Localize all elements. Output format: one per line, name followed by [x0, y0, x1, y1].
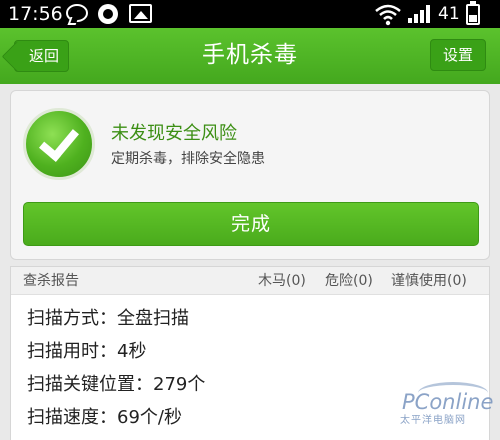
watermark-logo: PConline 太平洋电脑网 [398, 382, 496, 432]
settings-button[interactable]: 设置 [430, 39, 486, 71]
scan-locations-row: 扫描关键位置：279个 [27, 374, 206, 395]
result-title: 未发现安全风险 [111, 123, 237, 144]
scan-speed-row: 扫描速度：69个/秒 [27, 407, 182, 428]
image-icon [129, 4, 152, 23]
scan-mode-row: 扫描方式：全盘扫描 [27, 308, 189, 329]
page-title: 手机杀毒 [202, 42, 298, 68]
checkmark-icon [39, 120, 79, 162]
scan-result-card: 未发现安全风险 定期杀毒，排除安全隐患 完成 [10, 90, 490, 260]
battery-level: 41 [438, 4, 460, 24]
danger-count: 危险(0) [325, 273, 373, 289]
status-bar: 17:56 41 [0, 0, 500, 28]
result-subtitle: 定期杀毒，排除安全隐患 [111, 151, 265, 167]
title-bar: 返回 手机杀毒 设置 [0, 28, 500, 84]
chat-bubble-icon [66, 4, 88, 22]
report-header: 查杀报告 木马(0) 危险(0) 谨慎使用(0) [11, 267, 489, 295]
watermark-text: PConline [402, 390, 494, 414]
trojan-count: 木马(0) [258, 273, 306, 289]
check-circle-icon [23, 108, 95, 180]
signal-icon [408, 5, 432, 23]
sync-icon [98, 4, 118, 24]
caution-count: 谨慎使用(0) [391, 273, 467, 289]
status-time: 17:56 [8, 3, 63, 25]
scan-time-row: 扫描用时：4秒 [27, 341, 147, 362]
battery-icon [466, 1, 480, 25]
watermark-subtext: 太平洋电脑网 [400, 415, 466, 426]
wifi-icon [375, 4, 401, 26]
done-button[interactable]: 完成 [23, 202, 479, 246]
report-title: 查杀报告 [23, 273, 79, 289]
